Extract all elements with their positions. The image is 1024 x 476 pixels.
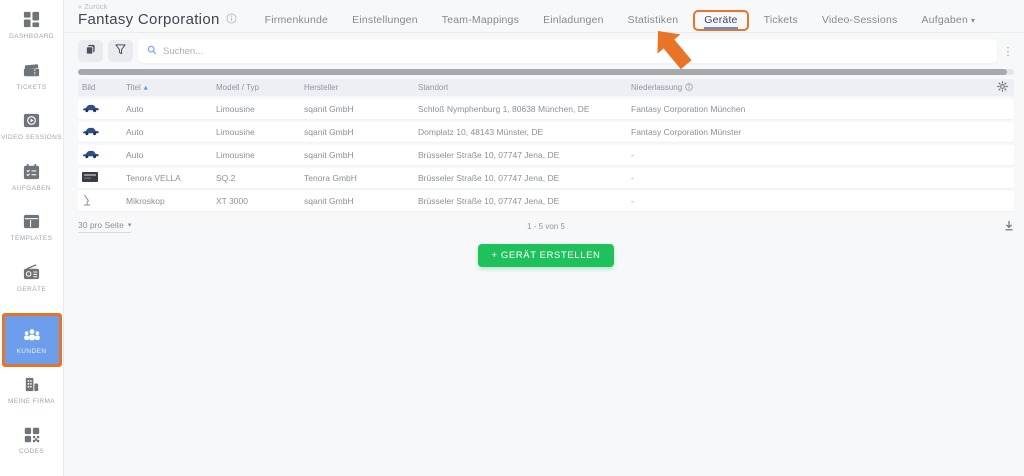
tab-video-sessions[interactable]: Video-Sessions <box>810 11 910 29</box>
sidebar-item-geraete[interactable]: GERÄTE <box>0 263 64 300</box>
info-icon[interactable] <box>685 82 693 93</box>
tasks-calendar-icon <box>22 162 41 181</box>
tab-bar: Firmenkunde Einstellungen Team-Mappings … <box>253 9 988 31</box>
column-header-modell[interactable]: Modell / Typ <box>212 83 300 92</box>
tab-statistiken[interactable]: Statistiken <box>616 11 691 29</box>
device-image <box>78 104 122 115</box>
car-icon <box>82 104 100 115</box>
customers-people-icon <box>22 326 42 344</box>
search-input[interactable] <box>163 45 988 57</box>
column-header-bild[interactable]: Bild <box>78 83 122 92</box>
dashboard-icon <box>22 10 41 29</box>
search-box <box>138 39 997 63</box>
template-window-icon <box>22 212 41 231</box>
tab-tickets[interactable]: Tickets <box>752 11 810 29</box>
sidebar: DASHBOARD TICKETS VIDEO SESSIONS AUFGABE… <box>0 0 64 476</box>
table-row[interactable]: Auto Limousine sqanit GmbH Domplatz 10, … <box>78 122 1014 142</box>
filter-icon <box>115 42 126 60</box>
device-photo <box>82 172 98 184</box>
more-options-button[interactable]: ⋮ <box>1002 45 1014 58</box>
sidebar-item-label: GERÄTE <box>16 285 47 293</box>
sidebar-item-label: KUNDEN <box>16 347 47 355</box>
pagination-range: 1 - 5 von 5 <box>527 221 565 231</box>
sidebar-item-label: CODES <box>18 447 45 455</box>
company-building-icon <box>22 375 41 394</box>
video-session-icon <box>22 111 41 130</box>
device-radio-icon <box>22 263 41 282</box>
column-header-standort[interactable]: Standort <box>414 83 627 92</box>
tab-firmenkunde[interactable]: Firmenkunde <box>253 11 340 29</box>
back-link[interactable]: « Zurück <box>78 4 237 11</box>
microscope-icon <box>82 194 92 208</box>
qr-code-icon <box>23 426 41 444</box>
device-image <box>78 150 122 161</box>
sidebar-item-dashboard[interactable]: DASHBOARD <box>0 10 64 47</box>
sidebar-item-video-sessions[interactable]: VIDEO SESSIONS <box>0 111 64 148</box>
create-device-button[interactable]: + GERÄT ERSTELLEN <box>478 244 614 267</box>
table-row[interactable]: Auto Limousine sqanit GmbH Schloß Nymphe… <box>78 99 1014 119</box>
table-row[interactable]: Tenora VELLA SQ.2 Tenora GmbH Brüsseler … <box>78 168 1014 188</box>
table-row[interactable]: Mikroskop XT 3000 sqanit GmbH Brüsseler … <box>78 191 1014 211</box>
column-settings-button[interactable] <box>990 81 1014 94</box>
filter-button[interactable] <box>108 40 133 62</box>
info-icon[interactable] <box>226 11 237 29</box>
app-window: DASHBOARD TICKETS VIDEO SESSIONS AUFGABE… <box>0 0 1024 476</box>
sidebar-item-label: VIDEO SESSIONS <box>1 134 62 141</box>
sidebar-item-aufgaben[interactable]: AUFGABEN <box>0 162 64 199</box>
scrollbar-thumb[interactable] <box>78 69 1008 75</box>
column-header-hersteller[interactable]: Hersteller <box>300 83 414 92</box>
horizontal-scrollbar[interactable] <box>78 69 1014 75</box>
column-header-titel[interactable]: Titel ▲ <box>122 83 212 92</box>
search-icon <box>147 42 157 60</box>
table-footer: 30 pro Seite ▾ 1 - 5 von 5 <box>78 219 1014 233</box>
ticket-icon <box>22 61 41 80</box>
sidebar-item-label: DASHBOARD <box>9 33 54 40</box>
sidebar-item-label: MEINE FIRMA <box>7 398 55 406</box>
sidebar-item-label: TEMPLATES <box>10 235 53 242</box>
sidebar-item-meine-firma[interactable]: MEINE FIRMA <box>0 375 64 412</box>
device-image <box>78 127 122 138</box>
devices-panel: ⋮ Bild Titel ▲ Modell / Typ Hersteller S… <box>64 33 1024 267</box>
copy-icon <box>85 42 96 60</box>
tab-aufgaben[interactable]: Aufgaben ▾ <box>909 11 987 29</box>
sidebar-item-label: AUFGABEN <box>12 184 51 192</box>
table-row[interactable]: Auto Limousine sqanit GmbH Brüsseler Str… <box>78 145 1014 165</box>
sidebar-item-label: TICKETS <box>16 83 47 91</box>
column-header-niederlassung[interactable]: Niederlassung <box>627 82 990 93</box>
sidebar-item-codes[interactable]: CODES <box>0 426 64 463</box>
tab-team-mappings[interactable]: Team-Mappings <box>430 11 531 29</box>
copy-button[interactable] <box>78 40 103 62</box>
tab-einstellungen[interactable]: Einstellungen <box>340 11 430 29</box>
page-header: « Zurück Fantasy Corporation Firmenkunde… <box>64 0 1024 33</box>
sidebar-item-tickets[interactable]: TICKETS <box>0 61 64 98</box>
table-header: Bild Titel ▲ Modell / Typ Hersteller Sta… <box>78 79 1014 96</box>
toolbar: ⋮ <box>78 39 1014 63</box>
car-icon <box>82 127 100 138</box>
device-image <box>78 194 122 208</box>
sidebar-item-templates[interactable]: TEMPLATES <box>0 212 64 249</box>
sort-asc-icon: ▲ <box>143 84 148 91</box>
device-image <box>78 172 122 184</box>
chevron-down-icon: ▾ <box>971 16 976 25</box>
tab-geraete[interactable]: Geräte <box>693 9 749 31</box>
car-icon <box>82 150 100 161</box>
tab-einladungen[interactable]: Einladungen <box>531 11 616 29</box>
gear-icon <box>997 81 1008 94</box>
sidebar-item-kunden[interactable]: KUNDEN <box>1 313 62 368</box>
page-title: Fantasy Corporation <box>78 11 220 28</box>
